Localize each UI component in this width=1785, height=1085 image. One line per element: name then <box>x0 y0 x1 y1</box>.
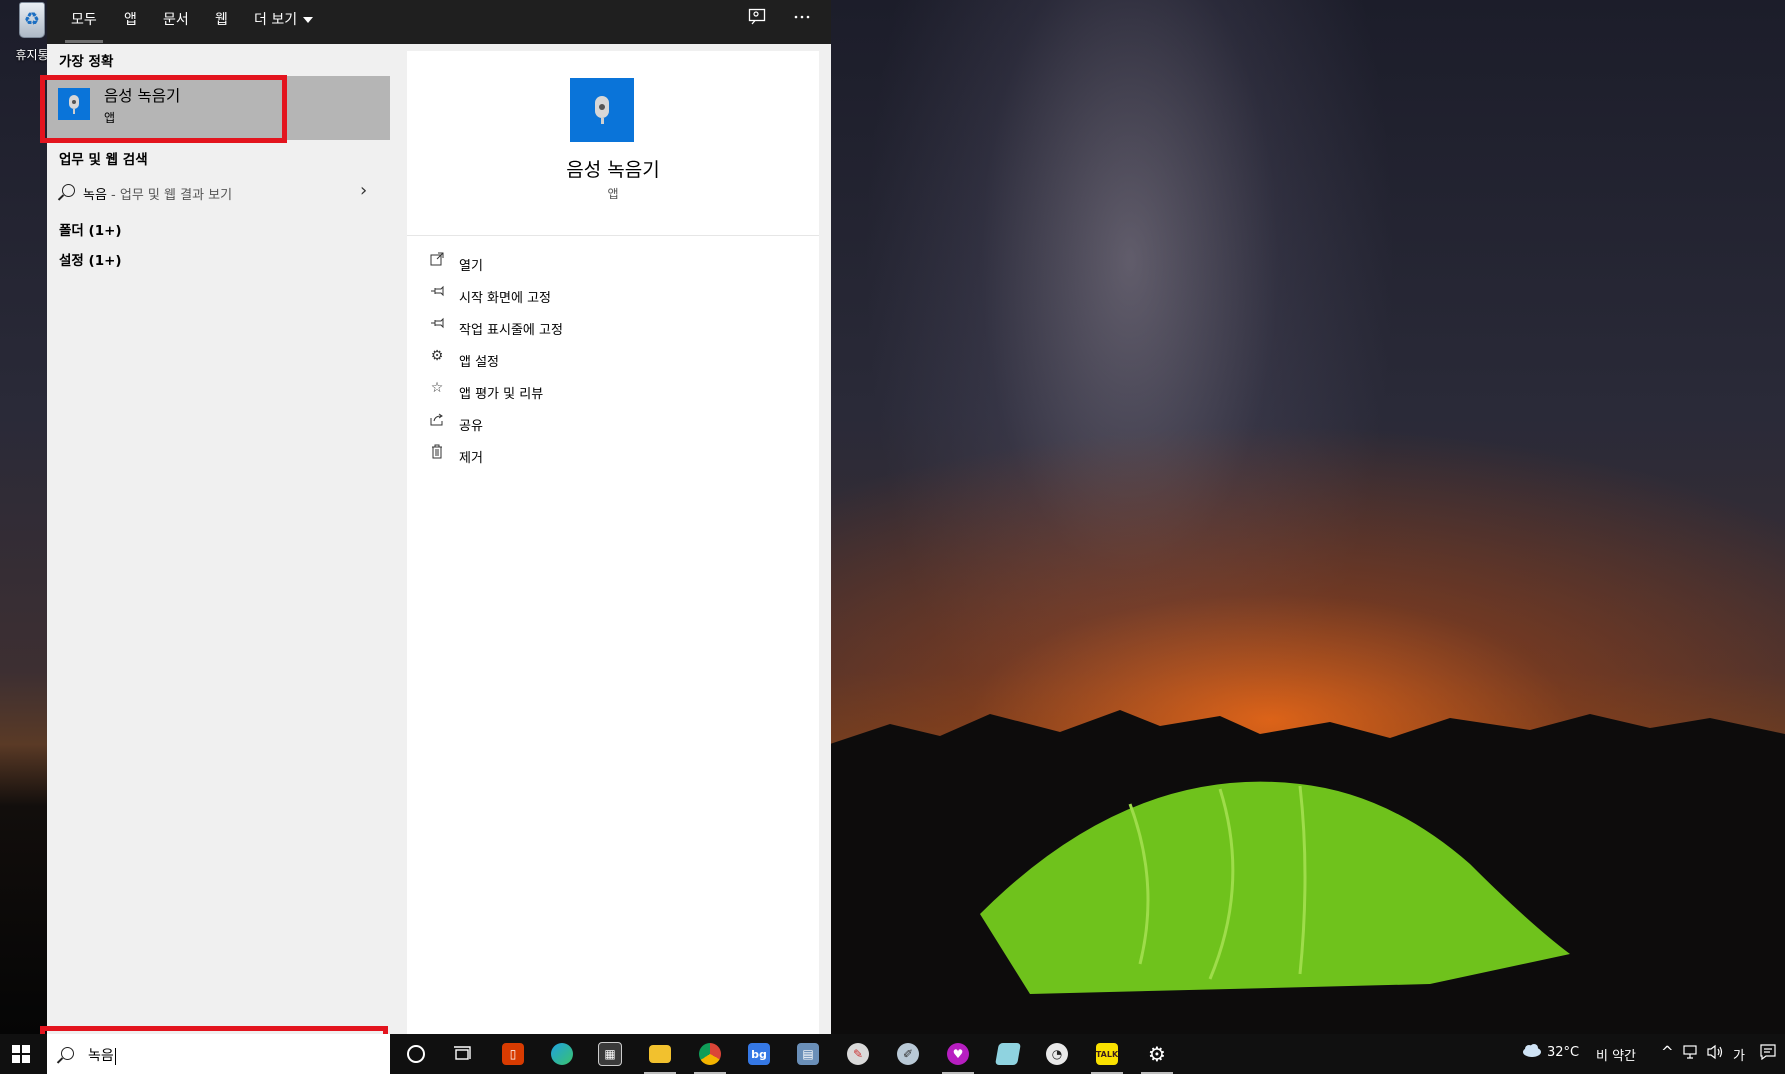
voice-recorder-large-icon <box>570 78 634 142</box>
action-open-label: 열기 <box>459 259 483 274</box>
task-view-icon[interactable] <box>443 1038 483 1070</box>
best-match-item[interactable]: 음성 녹음기 앱 <box>47 76 390 140</box>
mountain-silhouette <box>830 710 1785 1034</box>
web-search-query: 녹음 <box>83 188 107 203</box>
paint-icon[interactable]: ✎ <box>838 1038 878 1070</box>
search-icon <box>61 1047 74 1060</box>
best-match-header: 가장 정확 <box>59 54 114 70</box>
search-input[interactable]: 녹음 <box>88 1048 114 1064</box>
star-icon: ☆ <box>430 380 444 396</box>
action-pin-taskbar[interactable]: 작업 표시줄에 고정 <box>407 313 819 345</box>
text-cursor <box>114 1047 116 1065</box>
action-share-label: 공유 <box>459 419 483 434</box>
search-filter-bar: 모두 앱 문서 웹 더 보기 <box>47 0 831 44</box>
voice-recorder-icon <box>58 88 90 120</box>
action-open[interactable]: 열기 <box>407 249 819 281</box>
action-uninstall[interactable]: 제거 <box>407 441 819 473</box>
store-icon[interactable]: ▦ <box>590 1038 630 1070</box>
network-icon[interactable] <box>1682 1045 1698 1085</box>
volume-icon[interactable] <box>1706 1044 1724 1084</box>
recycle-bin-icon: ♻ <box>19 2 45 38</box>
weather-temperature[interactable]: 32°C <box>1547 1045 1579 1085</box>
best-match-type: 앱 <box>104 111 116 125</box>
action-share[interactable]: 공유 <box>407 409 819 441</box>
feedback-icon[interactable] <box>748 8 766 31</box>
search-results-list: 가장 정확 음성 녹음기 앱 업무 및 웹 검색 녹음 - 업무 및 웹 결과 … <box>47 44 390 1034</box>
ime-indicator[interactable]: 가 <box>1733 1045 1745 1085</box>
tab-apps[interactable]: 앱 <box>124 9 137 29</box>
gear-icon: ⚙ <box>430 348 444 364</box>
web-search-suggestion[interactable]: 녹음 - 업무 및 웹 결과 보기 › <box>47 175 390 209</box>
notepad-icon[interactable] <box>988 1038 1028 1070</box>
action-pin-taskbar-label: 작업 표시줄에 고정 <box>459 323 563 338</box>
paint-3d-icon[interactable]: ✐ <box>888 1038 928 1070</box>
tab-web[interactable]: 웹 <box>215 9 228 29</box>
share-icon <box>429 412 445 430</box>
detail-app-name: 음성 녹음기 <box>566 159 660 181</box>
trash-icon <box>429 444 445 463</box>
web-search-header: 업무 및 웹 검색 <box>59 152 148 168</box>
taskbar: 녹음 ▯ ▦ bg ▤ ✎ ✐ ♥ ◔ TALK ⚙ 32°C 비 약간 ^ 가 <box>0 1034 1785 1074</box>
tab-all[interactable]: 모두 <box>65 9 103 43</box>
weather-cloud-icon[interactable] <box>1522 1043 1542 1083</box>
chevron-down-icon <box>303 17 314 23</box>
pin-icon <box>429 284 445 302</box>
settings-header[interactable]: 설정 (1+) <box>59 249 122 269</box>
recycle-bin[interactable]: ♻ 휴지통 <box>14 2 50 63</box>
tab-documents[interactable]: 문서 <box>163 9 189 29</box>
chrome-icon[interactable] <box>690 1038 730 1074</box>
detail-app-type: 앱 <box>607 187 619 201</box>
taskbar-search-box[interactable]: 녹음 <box>47 1034 390 1074</box>
best-match-name: 음성 녹음기 <box>104 87 181 105</box>
bandizip-icon[interactable]: bg <box>739 1038 779 1070</box>
cortana-icon[interactable] <box>396 1038 436 1070</box>
app-detail-pane: 음성 녹음기 앱 열기 시작 화면에 고정 작업 표시줄에 고정 ⚙ 앱 설정 … <box>407 51 819 1034</box>
edge-icon[interactable] <box>542 1038 582 1070</box>
weather-condition[interactable]: 비 약간 <box>1596 1045 1636 1085</box>
tab-more-label: 더 보기 <box>254 12 298 28</box>
file-explorer-icon[interactable] <box>640 1038 680 1074</box>
action-rate-review-label: 앱 평가 및 리뷰 <box>459 387 544 402</box>
folders-header[interactable]: 폴더 (1+) <box>59 219 122 239</box>
chevron-right-icon: › <box>360 180 368 201</box>
web-search-hint: - 업무 및 웹 결과 보기 <box>106 188 233 203</box>
open-icon <box>429 252 445 270</box>
music-app-icon[interactable]: ♥ <box>938 1038 978 1074</box>
more-options-icon[interactable] <box>793 8 811 31</box>
action-app-settings[interactable]: ⚙ 앱 설정 <box>407 345 819 377</box>
search-panel: 모두 앱 문서 웹 더 보기 가장 정확 음성 녹음기 앱 업무 및 웹 검색 … <box>47 0 831 1034</box>
calculator-icon[interactable]: ▤ <box>788 1038 828 1070</box>
action-uninstall-label: 제거 <box>459 451 483 466</box>
kakaotalk-icon[interactable]: TALK <box>1087 1038 1127 1074</box>
pin-icon <box>429 316 445 334</box>
notification-center-icon[interactable] <box>1760 1044 1776 1084</box>
settings-gear-icon[interactable]: ⚙ <box>1137 1038 1177 1074</box>
show-hidden-icons-icon[interactable]: ^ <box>1661 1043 1674 1083</box>
action-app-settings-label: 앱 설정 <box>459 355 500 370</box>
office-icon[interactable]: ▯ <box>493 1038 533 1070</box>
action-pin-start[interactable]: 시작 화면에 고정 <box>407 281 819 313</box>
tab-more[interactable]: 더 보기 <box>254 9 314 29</box>
app-actions-list: 열기 시작 화면에 고정 작업 표시줄에 고정 ⚙ 앱 설정 ☆ 앱 평가 및 … <box>407 249 819 473</box>
windows-start-icon[interactable] <box>12 1045 30 1063</box>
search-icon <box>62 184 75 197</box>
clock-app-icon[interactable]: ◔ <box>1037 1038 1077 1070</box>
action-rate-review[interactable]: ☆ 앱 평가 및 리뷰 <box>407 377 819 409</box>
detail-divider <box>407 235 819 236</box>
recycle-bin-label: 휴지통 <box>15 48 49 62</box>
action-pin-start-label: 시작 화면에 고정 <box>459 291 551 306</box>
